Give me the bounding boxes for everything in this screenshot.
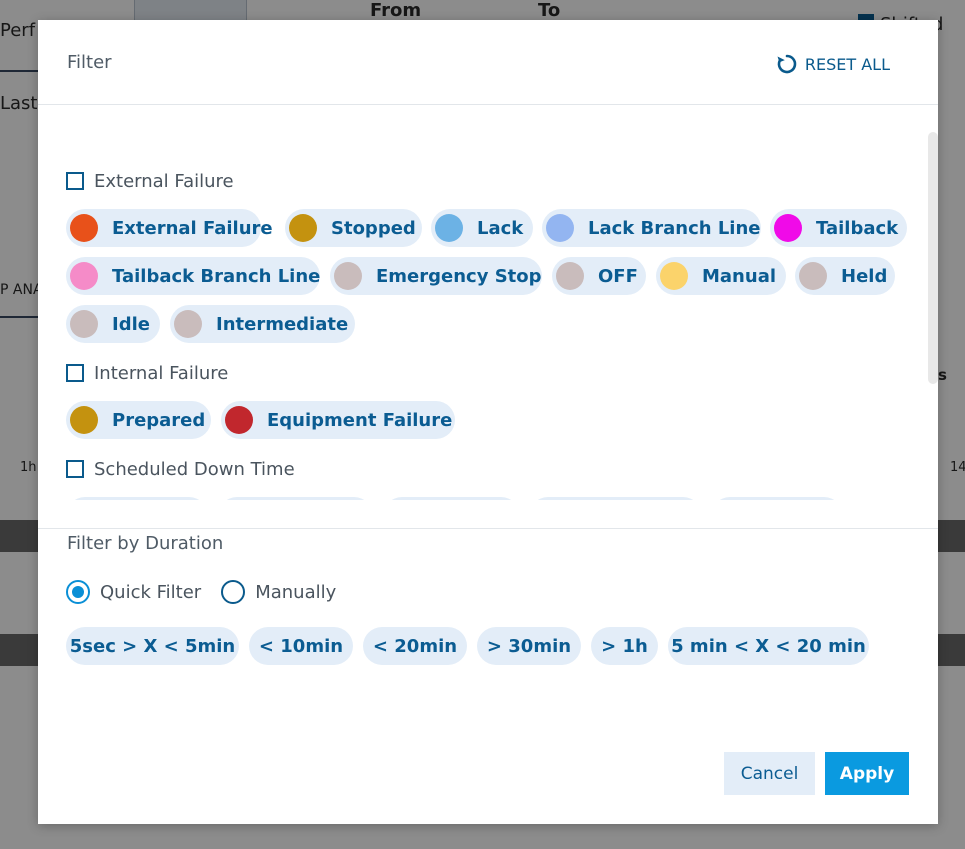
section-divider (38, 528, 938, 529)
state-color-dot (70, 310, 98, 338)
duration-mode-radios: Quick Filter Manually (66, 580, 356, 604)
state-chip-label: Intermediate (216, 313, 349, 335)
state-color-dot (660, 262, 688, 290)
state-chip-label: Emergency Stop (376, 265, 542, 287)
state-color-dot (289, 214, 317, 242)
state-chip-idle[interactable]: Idle (66, 305, 160, 343)
state-chip-run-down[interactable]: Run Down (218, 497, 373, 500)
state-chip-changeover[interactable]: Changeover (529, 497, 702, 500)
state-chip-external-failure[interactable]: External Failure (66, 209, 273, 247)
state-color-dot (70, 406, 98, 434)
state-chip-label: Tailback (816, 217, 899, 239)
state-color-dot (546, 214, 574, 242)
state-chip-waiting[interactable]: Waiting (711, 497, 843, 500)
state-color-dot (556, 262, 584, 290)
duration-chip-5-20min[interactable]: 5 min < X < 20 min (668, 627, 869, 665)
duration-chip-5sec-5min[interactable]: 5sec > X < 5min (66, 627, 239, 665)
state-color-dot (435, 214, 463, 242)
group-external-failure: External Failure (66, 169, 234, 193)
state-chip-manual[interactable]: Manual (656, 257, 786, 295)
cancel-button[interactable]: Cancel (724, 752, 815, 795)
state-chip-tailback[interactable]: Tailback (770, 209, 907, 247)
state-color-dot (225, 406, 253, 434)
quick-filter-radio[interactable] (66, 580, 90, 604)
state-chip-lack[interactable]: Lack (431, 209, 533, 247)
reset-all-label: RESET ALL (804, 54, 890, 74)
reset-icon (777, 54, 797, 74)
external-failure-checkbox[interactable] (66, 172, 84, 190)
manually-label: Manually (255, 581, 337, 603)
state-chip-label: Lack Branch Line (588, 217, 761, 239)
state-color-dot (174, 310, 202, 338)
duration-chip-20min[interactable]: < 20min (363, 627, 467, 665)
state-chip-tailback-branch-line[interactable]: Tailback Branch Line (66, 257, 320, 295)
state-chip-label: Tailback Branch Line (112, 265, 321, 287)
state-chip-lack-branch-line[interactable]: Lack Branch Line (542, 209, 761, 247)
state-chip-label: Equipment Failure (267, 409, 453, 431)
state-color-dot (70, 214, 98, 242)
state-chip-stopped[interactable]: Stopped (285, 209, 422, 247)
internal-failure-checkbox[interactable] (66, 364, 84, 382)
state-color-dot (799, 262, 827, 290)
state-color-dot (334, 262, 362, 290)
state-chip-label: Manual (702, 265, 777, 287)
state-chip-label: Prepared (112, 409, 206, 431)
quick-filter-label: Quick Filter (100, 581, 202, 603)
apply-button[interactable]: Apply (825, 752, 909, 795)
manually-radio[interactable] (221, 580, 246, 604)
duration-chip-30min[interactable]: > 30min (477, 627, 581, 665)
state-chip-label: Idle (112, 313, 150, 335)
state-chip-prepared[interactable]: Prepared (66, 401, 211, 439)
state-color-dot (70, 262, 98, 290)
reset-all-button[interactable]: RESET ALL (775, 52, 890, 76)
state-chip-held[interactable]: Held (795, 257, 895, 295)
state-chip-intermediate[interactable]: Intermediate (170, 305, 355, 343)
state-chip-label: Lack (477, 217, 524, 239)
duration-title: Filter by Duration (67, 533, 224, 554)
state-chip-cleaning[interactable]: Cleaning (66, 497, 208, 500)
group-label: Scheduled Down Time (94, 458, 295, 480)
filter-dialog: Filter RESET ALL External Failure Extern… (38, 20, 938, 824)
duration-chip-1h[interactable]: > 1h (591, 627, 658, 665)
group-scheduled-down-time: Scheduled Down Time (66, 457, 295, 481)
state-color-dot (774, 214, 802, 242)
state-chip-off[interactable]: OFF (552, 257, 646, 295)
filter-groups-scroll[interactable]: External Failure External Failure Stopped… (38, 106, 938, 500)
group-label: Internal Failure (94, 362, 229, 384)
group-label: External Failure (94, 170, 234, 192)
duration-chip-10min[interactable]: < 10min (249, 627, 353, 665)
state-chip-label: Stopped (331, 217, 416, 239)
state-chip-start-up[interactable]: Start Up (383, 497, 520, 500)
state-chip-emergency-stop[interactable]: Emergency Stop (330, 257, 542, 295)
scheduled-down-time-checkbox[interactable] (66, 460, 84, 478)
state-chip-label: External Failure (112, 217, 273, 239)
group-internal-failure: Internal Failure (66, 361, 228, 385)
state-chip-equipment-failure[interactable]: Equipment Failure (221, 401, 455, 439)
state-chip-label: Held (841, 265, 888, 287)
dialog-header: Filter RESET ALL (38, 20, 938, 105)
state-chip-label: OFF (598, 265, 638, 287)
filter-scrollbar[interactable] (928, 132, 938, 384)
dialog-title: Filter (67, 52, 112, 73)
